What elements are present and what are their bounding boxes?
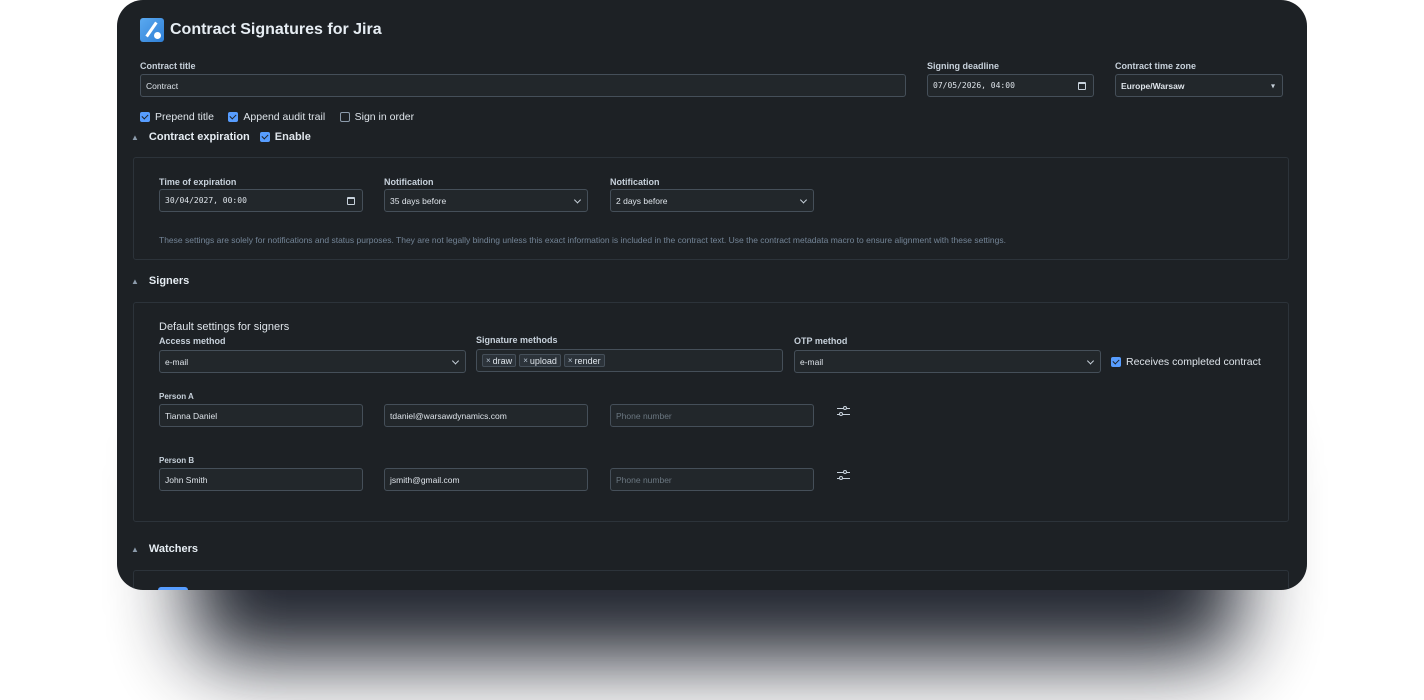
person-a-name-value: Tianna Daniel [165, 410, 218, 421]
signature-logo-icon [140, 18, 164, 42]
contract-options: Prepend title Append audit trail Sign in… [140, 109, 424, 127]
notification-1-label: Notification [384, 177, 434, 187]
expiration-time-input[interactable]: 30/04/2027, 00:00 [159, 189, 363, 212]
person-b-label: Person B [159, 456, 195, 465]
access-method-label: Access method [159, 336, 226, 346]
notification-1-select[interactable]: 35 days before [384, 189, 588, 212]
watchers-panel [133, 570, 1289, 590]
otp-method-value: e-mail [800, 356, 824, 367]
signers-title: Signers [148, 275, 190, 287]
close-icon[interactable]: × [568, 356, 573, 365]
append-audit-trail-checkbox[interactable]: Append audit trail [228, 111, 325, 123]
sign-in-order-checkbox[interactable]: Sign in order [339, 111, 415, 123]
signer-defaults-title: Default settings for signers [159, 321, 290, 333]
calendar-icon[interactable] [1078, 81, 1086, 90]
chevron-down-icon [451, 356, 460, 365]
notification-2-select[interactable]: 2 days before [610, 189, 814, 212]
app-window: Contract Signatures for Jira Contract ti… [117, 0, 1307, 590]
contract-title-input[interactable]: Contract [140, 74, 906, 97]
signers-header[interactable]: ▲ Signers [131, 275, 189, 287]
person-a-phone-input[interactable]: Phone number [610, 404, 814, 427]
person-a-email-value: tdaniel@warsawdynamics.com [390, 410, 507, 421]
sliders-icon[interactable] [837, 406, 850, 417]
expiration-enable-checkbox[interactable]: Enable [259, 131, 311, 143]
person-a-label: Person A [159, 392, 194, 401]
add-watcher-button[interactable] [158, 587, 188, 590]
person-b-name-input[interactable]: John Smith [159, 468, 363, 491]
watchers-header[interactable]: ▲ Watchers [131, 543, 198, 555]
signing-deadline-input[interactable]: 07/05/2026, 04:00 [927, 74, 1094, 97]
receives-completed-checkbox[interactable]: Receives completed contract [1111, 356, 1261, 368]
access-method-select[interactable]: e-mail [159, 350, 466, 373]
notification-2-label: Notification [610, 177, 660, 187]
watchers-title: Watchers [148, 543, 199, 555]
checkbox-checked-icon[interactable] [140, 112, 150, 122]
triangle-up-icon[interactable]: ▲ [131, 277, 139, 286]
contract-expiration-title: Contract expiration [148, 131, 250, 143]
expiration-time-value: 30/04/2027, 00:00 [165, 196, 247, 205]
expiration-enable-label: Enable [274, 131, 311, 143]
app-title: Contract Signatures for Jira [170, 21, 382, 38]
append-audit-trail-label: Append audit trail [243, 111, 326, 123]
method-tag-draw[interactable]: × draw [482, 354, 517, 367]
method-tag-label: render [574, 355, 601, 366]
select-arrows-icon: ▾ [1270, 81, 1275, 90]
person-b-name-value: John Smith [165, 474, 208, 485]
expiration-note: These settings are solely for notificati… [159, 235, 1006, 245]
notification-2-value: 2 days before [616, 195, 668, 206]
checkbox-checked-icon[interactable] [1111, 357, 1121, 367]
method-tag-upload[interactable]: × upload [519, 354, 561, 367]
person-b-email-input[interactable]: jsmith@gmail.com [384, 468, 588, 491]
close-icon[interactable]: × [486, 356, 491, 365]
method-tag-label: upload [529, 355, 557, 366]
person-a-name-input[interactable]: Tianna Daniel [159, 404, 363, 427]
chevron-down-icon [799, 195, 808, 204]
person-b-phone-input[interactable]: Phone number [610, 468, 814, 491]
calendar-icon[interactable] [347, 196, 355, 205]
triangle-up-icon[interactable]: ▲ [131, 133, 139, 142]
time-zone-select[interactable]: Europe/Warsaw ▾ [1115, 74, 1283, 97]
method-tag-label: draw [492, 355, 513, 366]
signing-deadline-value: 07/05/2026, 04:00 [933, 81, 1015, 90]
expiration-panel: Time of expiration 30/04/2027, 00:00 Not… [133, 157, 1289, 260]
time-zone-value: Europe/Warsaw [1121, 80, 1185, 91]
signing-deadline-label: Signing deadline [927, 61, 1000, 71]
signature-methods-input[interactable]: × draw × upload × render [476, 349, 783, 372]
notification-1-value: 35 days before [390, 195, 447, 206]
signature-methods-label: Signature methods [476, 335, 558, 345]
person-b-phone-placeholder: Phone number [616, 474, 672, 485]
person-a-phone-placeholder: Phone number [616, 410, 672, 421]
access-method-value: e-mail [165, 356, 189, 367]
checkbox-checked-icon[interactable] [228, 112, 239, 122]
chevron-down-icon [1086, 356, 1095, 365]
checkbox-unchecked-icon[interactable] [339, 112, 350, 122]
receives-completed-label: Receives completed contract [1126, 356, 1261, 368]
triangle-up-icon[interactable]: ▲ [131, 545, 139, 554]
contract-title-label: Contract title [140, 61, 196, 71]
person-b-email-value: jsmith@gmail.com [390, 474, 460, 485]
expiration-time-label: Time of expiration [159, 177, 237, 187]
time-zone-label: Contract time zone [1115, 61, 1197, 71]
person-a-email-input[interactable]: tdaniel@warsawdynamics.com [384, 404, 588, 427]
sliders-icon[interactable] [837, 470, 850, 481]
close-icon[interactable]: × [523, 356, 528, 365]
app-header: Contract Signatures for Jira [140, 18, 382, 42]
otp-method-select[interactable]: e-mail [794, 350, 1101, 373]
contract-expiration-header[interactable]: ▲ Contract expiration Enable [131, 131, 321, 143]
signers-panel: Default settings for signers Access meth… [133, 302, 1289, 522]
otp-method-label: OTP method [794, 336, 848, 346]
prepend-title-label: Prepend title [155, 111, 214, 123]
contract-title-value: Contract [146, 80, 179, 91]
sign-in-order-label: Sign in order [354, 111, 415, 123]
checkbox-checked-icon[interactable] [259, 132, 270, 142]
method-tag-render[interactable]: × render [563, 354, 605, 367]
chevron-down-icon [573, 195, 582, 204]
prepend-title-checkbox[interactable]: Prepend title [140, 111, 214, 123]
